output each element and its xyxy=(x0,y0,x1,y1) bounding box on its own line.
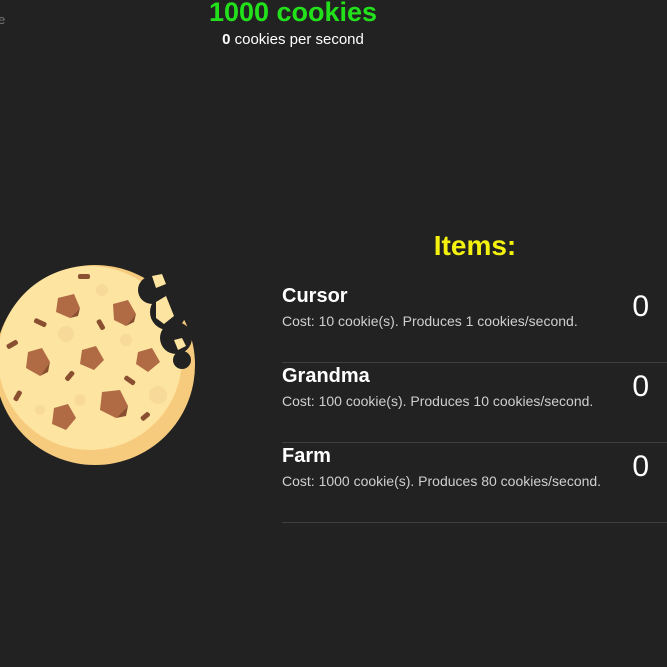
clipped-text: e xyxy=(0,12,6,27)
shop-item-grandma[interactable]: Grandma Cost: 100 cookie(s). Produces 10… xyxy=(282,363,667,443)
big-cookie-button[interactable] xyxy=(0,260,210,475)
item-name: Grandma xyxy=(282,365,370,387)
cookie-count: 1000 cookies xyxy=(208,0,378,27)
cps-label: cookies per second xyxy=(234,31,364,48)
item-name: Cursor xyxy=(282,285,348,307)
item-description: Cost: 1000 cookie(s). Produces 80 cookie… xyxy=(282,473,602,489)
shop-item-farm[interactable]: Farm Cost: 1000 cookie(s). Produces 80 c… xyxy=(282,443,667,523)
item-name: Farm xyxy=(282,445,331,467)
item-owned-count: 0 xyxy=(632,290,649,323)
cps-value: 0 xyxy=(222,31,231,48)
items-list: Cursor Cost: 10 cookie(s). Produces 1 co… xyxy=(282,283,667,523)
game-screen: e 1000 cookies 0 cookies per second Item… xyxy=(0,0,667,667)
item-owned-count: 0 xyxy=(632,450,649,483)
item-description: Cost: 10 cookie(s). Produces 1 cookies/s… xyxy=(282,313,578,329)
cookies-per-second: 0 cookies per second xyxy=(193,30,393,50)
item-description: Cost: 100 cookie(s). Produces 10 cookies… xyxy=(282,393,594,409)
cookie-icon xyxy=(0,265,195,465)
score-header: 1000 cookies 0 cookies per second xyxy=(193,0,393,50)
item-owned-count: 0 xyxy=(632,370,649,403)
shop-item-cursor[interactable]: Cursor Cost: 10 cookie(s). Produces 1 co… xyxy=(282,283,667,363)
items-heading: Items: xyxy=(433,230,517,261)
